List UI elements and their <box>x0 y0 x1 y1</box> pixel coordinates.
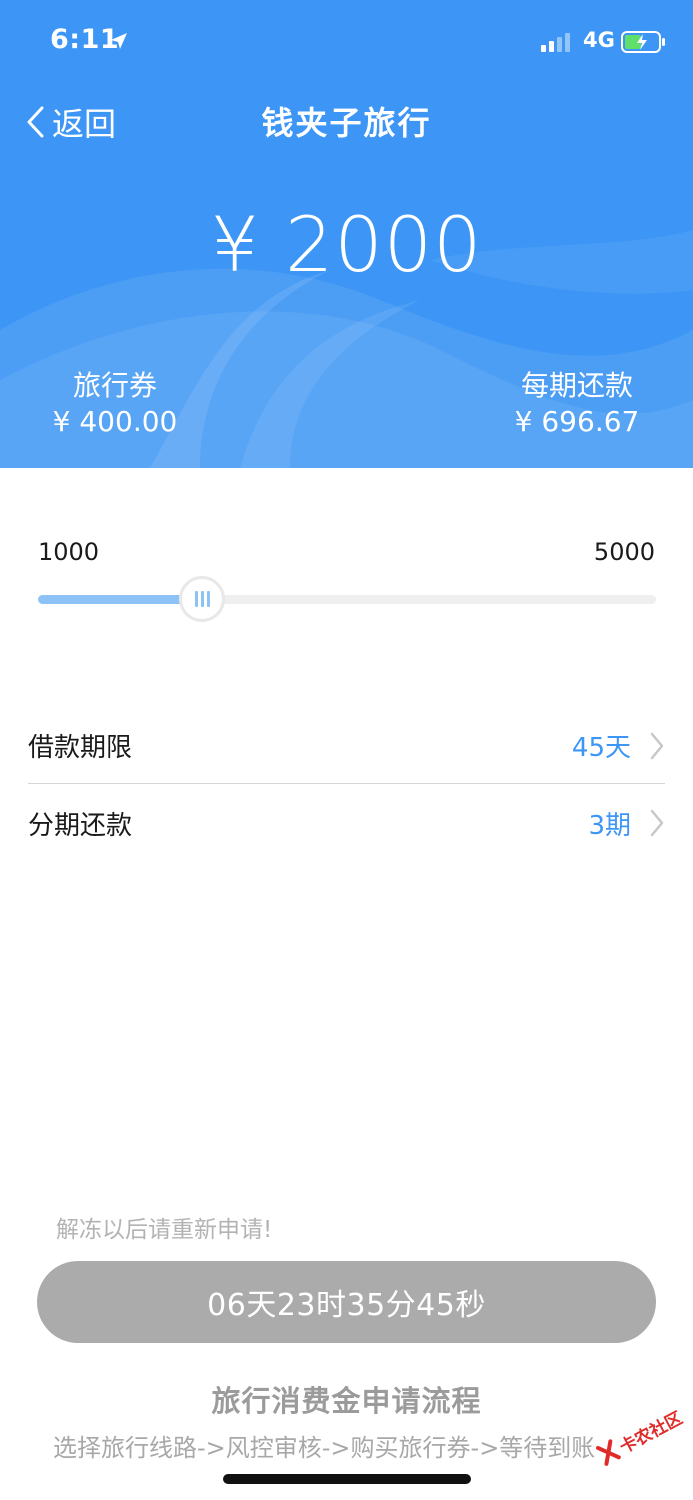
installment-value: ¥ 696.67 <box>514 405 640 438</box>
signal-icon <box>541 33 570 52</box>
status-bar: 6:11 4G <box>0 0 693 88</box>
countdown-button[interactable]: 06天23时35分45秒 <box>37 1261 656 1343</box>
battery-charging-icon <box>621 31 665 53</box>
installment-row-label: 分期还款 <box>28 810 133 841</box>
unfreeze-notice: 解冻以后请重新申请! <box>56 1217 273 1243</box>
page-title: 钱夹子旅行 <box>261 104 432 142</box>
chevron-right-icon <box>650 809 664 837</box>
process-steps: 选择旅行线路->风控审核->购买旅行券->等待到账 <box>53 1434 596 1462</box>
network-type: 4G <box>583 28 615 52</box>
slider-min-label: 1000 <box>38 538 100 566</box>
chevron-right-icon <box>650 732 664 759</box>
home-indicator <box>223 1474 471 1484</box>
location-arrow-icon <box>111 33 127 49</box>
loan-term-row[interactable]: 借款期限 45天 <box>28 708 665 784</box>
amount-slider-handle[interactable] <box>179 576 225 622</box>
installment-row-value: 3期 <box>588 810 631 841</box>
amount-slider-track[interactable] <box>38 595 656 604</box>
header-banner: 6:11 4G 返回 钱夹子旅行 ¥ 2000 旅行券 ¥ 400.00 每期还… <box>0 0 693 468</box>
voucher-value: ¥ 400.00 <box>52 405 178 438</box>
voucher-stat: 旅行券 ¥ 400.00 <box>50 368 180 440</box>
slider-max-label: 5000 <box>593 538 655 566</box>
voucher-label: 旅行券 <box>72 369 157 402</box>
loan-term-value: 45天 <box>571 733 631 763</box>
installment-stat: 每期还款 ¥ 696.67 <box>507 368 647 440</box>
installment-label: 每期还款 <box>520 369 633 402</box>
grip-icon <box>194 591 210 607</box>
loan-term-label: 借款期限 <box>28 733 133 763</box>
watermark-logo: 卡农社区 <box>591 1408 686 1468</box>
loan-amount: ¥ 2000 <box>210 200 483 289</box>
installment-row[interactable]: 分期还款 3期 <box>28 785 665 861</box>
amount-slider-fill <box>38 595 202 604</box>
